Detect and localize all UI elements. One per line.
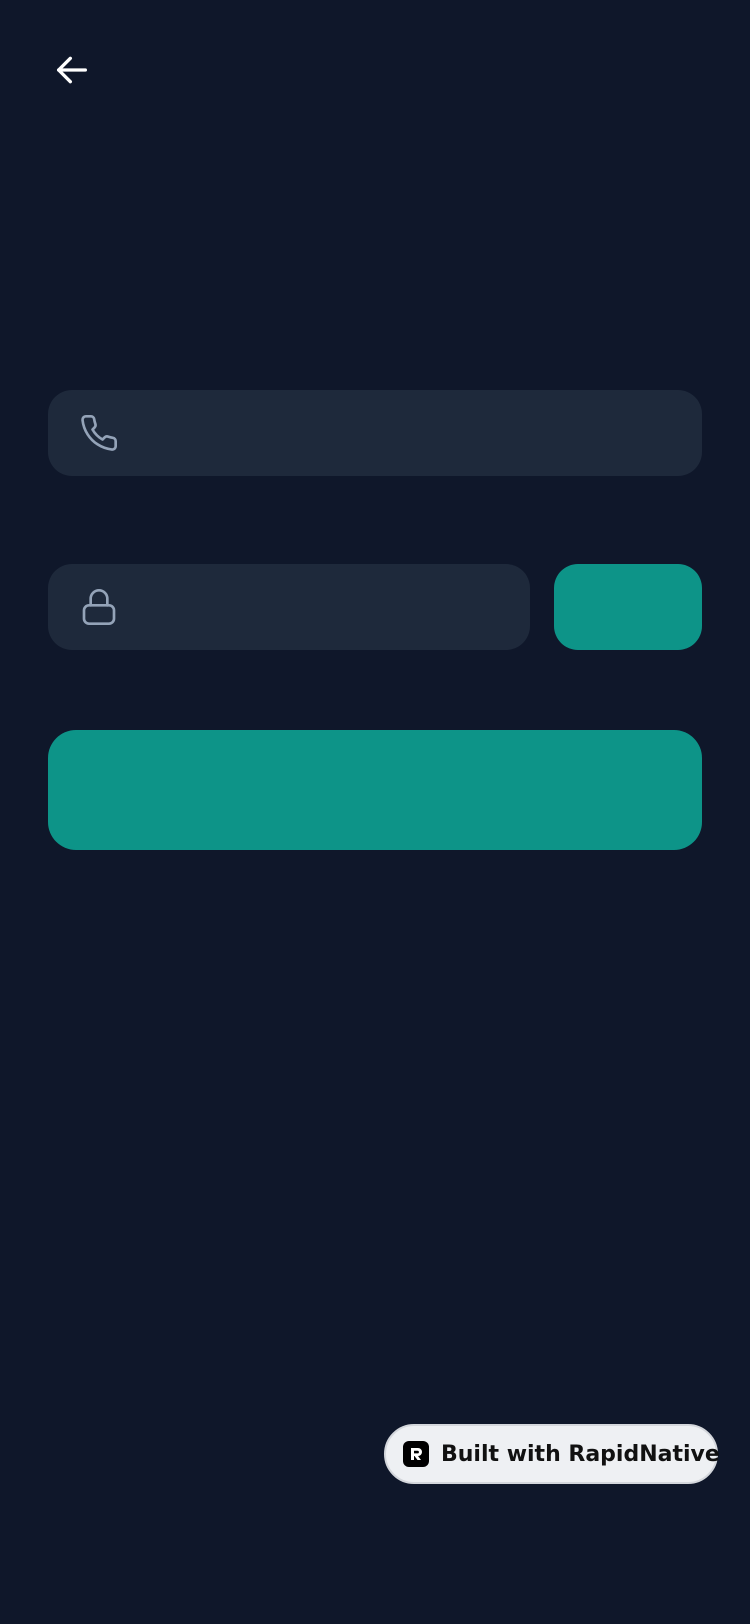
badge-label: Built with RapidNative: [441, 1441, 720, 1467]
rapidnative-logo-icon: [403, 1441, 429, 1467]
built-with-badge[interactable]: Built with RapidNative: [384, 1424, 720, 1484]
arrow-left-icon: [52, 50, 92, 94]
phone-input[interactable]: [128, 390, 702, 476]
send-code-button[interactable]: [554, 564, 702, 650]
lock-icon: [79, 587, 119, 627]
phone-icon: [79, 413, 119, 453]
back-button[interactable]: [48, 48, 96, 96]
phone-field[interactable]: [48, 390, 702, 476]
submit-button[interactable]: [48, 730, 702, 850]
code-input[interactable]: [128, 564, 530, 650]
code-field[interactable]: [48, 564, 530, 650]
